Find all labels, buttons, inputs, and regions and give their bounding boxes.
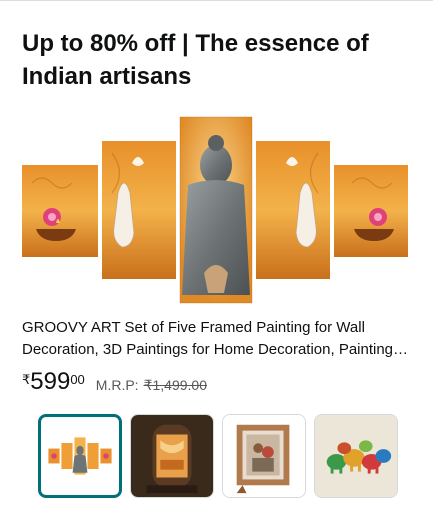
price-row: ₹ 599 00 M.R.P: ₹1,499.00 bbox=[22, 369, 207, 399]
thumbnail-buddha-painting[interactable] bbox=[38, 414, 122, 498]
price-whole: 599 bbox=[30, 368, 71, 395]
mrp-value: ₹1,499.00 bbox=[143, 377, 207, 393]
price-fraction: 00 bbox=[70, 372, 85, 387]
thumbnail-strip bbox=[38, 414, 398, 498]
thumbnail-wooden-frame[interactable] bbox=[222, 414, 306, 498]
deal-card: Up to 80% off | The essence of Indian ar… bbox=[0, 0, 433, 526]
product-hero-image[interactable] bbox=[22, 113, 408, 309]
product-title-link[interactable]: GROOVY ART Set of Five Framed Painting f… bbox=[22, 317, 414, 361]
mrp-label: M.R.P: bbox=[95, 377, 139, 393]
thumbnail-decorative-lamp[interactable] bbox=[130, 414, 214, 498]
deal-title[interactable]: Up to 80% off | The essence of Indian ar… bbox=[22, 27, 422, 93]
price-currency: ₹ bbox=[22, 372, 31, 387]
thumbnail-elephant-figurines[interactable] bbox=[314, 414, 398, 498]
